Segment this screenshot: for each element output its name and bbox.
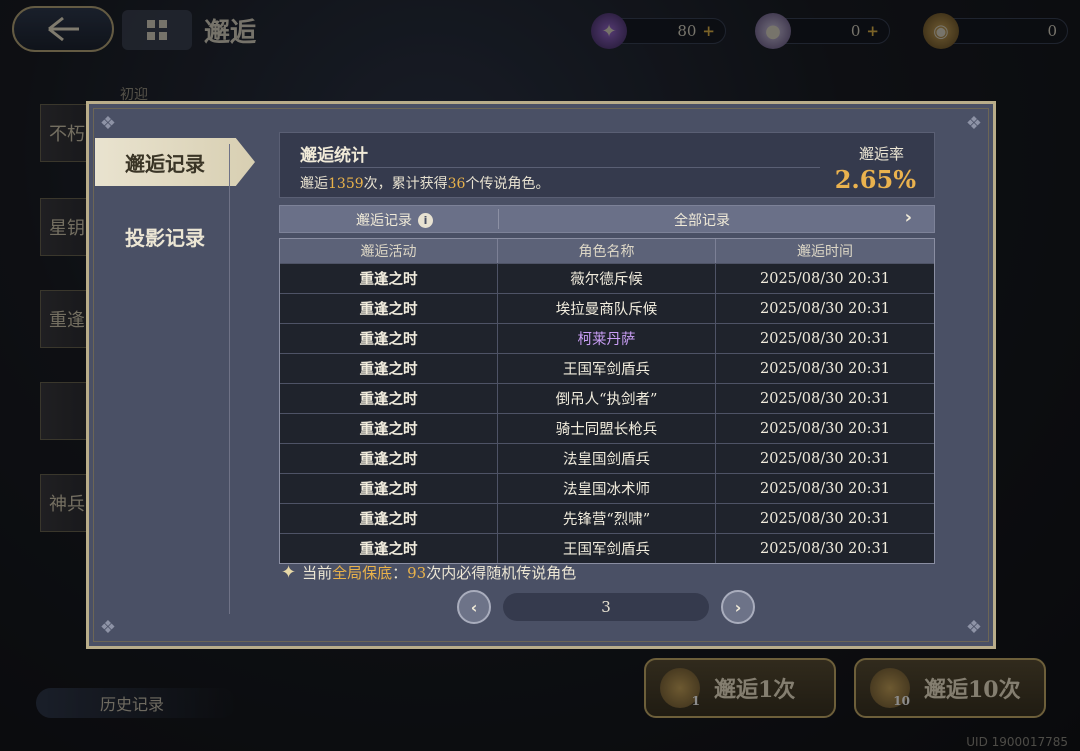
column-header: 角色名称 bbox=[498, 239, 716, 263]
pity-highlight: 全局保底 bbox=[332, 564, 393, 582]
activity-cell: 重逢之时 bbox=[280, 264, 498, 293]
activity-cell: 重逢之时 bbox=[280, 294, 498, 323]
tab-projection-records[interactable]: 投影记录 bbox=[95, 212, 255, 260]
corner-ornament-icon: ❖ bbox=[965, 616, 983, 638]
character-name-cell: 埃拉曼商队斥候 bbox=[498, 294, 716, 323]
chevron-right-icon[interactable]: › bbox=[905, 207, 912, 228]
info-icon[interactable]: i bbox=[418, 212, 433, 228]
tab-draw-records[interactable]: 邂逅记录 bbox=[95, 138, 255, 186]
filter-label: 邂逅记录 i bbox=[356, 210, 433, 230]
filter-dropdown[interactable]: 全部记录 bbox=[674, 210, 730, 230]
legend-count: 36 bbox=[447, 176, 466, 192]
stats-panel: 邂逅统计 邂逅1359次，累计获得36个传说角色。 邂逅率 2.65% bbox=[279, 132, 935, 198]
table-row: 重逢之时 薇尔德斥候 2025/08/30 20:31 bbox=[280, 263, 934, 293]
stats-text: 邂逅 bbox=[300, 176, 328, 192]
character-name-cell: 法皇国剑盾兵 bbox=[498, 444, 716, 473]
draw-count: 1359 bbox=[328, 176, 364, 192]
character-name-cell: 柯莱丹萨 bbox=[498, 324, 716, 353]
column-header: 邂逅活动 bbox=[280, 239, 498, 263]
draw-time-cell: 2025/08/30 20:31 bbox=[760, 390, 890, 407]
activity-cell: 重逢之时 bbox=[280, 504, 498, 533]
stats-text: 个传说角色。 bbox=[465, 176, 550, 192]
page-indicator: 3 bbox=[503, 593, 709, 621]
pity-text: ： bbox=[392, 564, 408, 582]
filter-label-text: 邂逅记录 bbox=[356, 213, 412, 229]
draw-time-cell: 2025/08/30 20:31 bbox=[760, 450, 890, 467]
character-name-cell: 薇尔德斥候 bbox=[498, 264, 716, 293]
draw-time-cell: 2025/08/30 20:31 bbox=[760, 360, 890, 377]
sidebar-divider bbox=[229, 144, 230, 614]
filter-divider bbox=[498, 209, 499, 229]
pity-count: 93 bbox=[407, 563, 427, 582]
table-row: 重逢之时 倒吊人“执剑者” 2025/08/30 20:31 bbox=[280, 383, 934, 413]
activity-cell: 重逢之时 bbox=[280, 444, 498, 473]
rate-label: 邂逅率 bbox=[858, 145, 904, 163]
activity-cell: 重逢之时 bbox=[280, 354, 498, 383]
table-row: 重逢之时 法皇国剑盾兵 2025/08/30 20:31 bbox=[280, 443, 934, 473]
prev-page-button[interactable]: ‹ bbox=[457, 590, 491, 624]
draw-time-cell: 2025/08/30 20:31 bbox=[760, 480, 890, 497]
activity-cell: 重逢之时 bbox=[280, 384, 498, 413]
table-row: 重逢之时 王国军剑盾兵 2025/08/30 20:31 bbox=[280, 533, 934, 563]
activity-cell: 重逢之时 bbox=[280, 474, 498, 503]
table-row: 重逢之时 先锋营“烈啸” 2025/08/30 20:31 bbox=[280, 503, 934, 533]
rate-value: 2.65% bbox=[834, 165, 916, 194]
stats-divider bbox=[300, 167, 820, 168]
activity-cell: 重逢之时 bbox=[280, 414, 498, 443]
pity-text: 当前 bbox=[302, 564, 333, 582]
activity-cell: 重逢之时 bbox=[280, 324, 498, 353]
activity-cell: 重逢之时 bbox=[280, 534, 498, 563]
record-filter-bar[interactable]: 邂逅记录 i 全部记录 › bbox=[279, 205, 935, 233]
draw-time-cell: 2025/08/30 20:31 bbox=[760, 300, 890, 317]
character-name-cell: 倒吊人“执剑者” bbox=[498, 384, 716, 413]
stats-title: 邂逅统计 bbox=[300, 146, 368, 166]
draw-time-cell: 2025/08/30 20:31 bbox=[760, 540, 890, 557]
character-name-cell: 王国军剑盾兵 bbox=[498, 354, 716, 383]
character-name-cell: 骑士同盟长枪兵 bbox=[498, 414, 716, 443]
corner-ornament-icon: ❖ bbox=[965, 112, 983, 134]
draw-time-cell: 2025/08/30 20:31 bbox=[760, 420, 890, 437]
modal-sidebar: 邂逅记录 投影记录 bbox=[89, 104, 255, 646]
character-name-cell: 先锋营“烈啸” bbox=[498, 504, 716, 533]
table-row: 重逢之时 骑士同盟长枪兵 2025/08/30 20:31 bbox=[280, 413, 934, 443]
table-row: 重逢之时 埃拉曼商队斥候 2025/08/30 20:31 bbox=[280, 293, 934, 323]
chevron-left-icon: ‹ bbox=[470, 597, 478, 617]
stats-text: 次，累计获得 bbox=[363, 176, 448, 192]
table-row: 重逢之时 王国军剑盾兵 2025/08/30 20:31 bbox=[280, 353, 934, 383]
table-row: 重逢之时 柯莱丹萨 2025/08/30 20:31 bbox=[280, 323, 934, 353]
table-body: 重逢之时 薇尔德斥候 2025/08/30 20:31 重逢之时 埃拉曼商队斥候 2025… bbox=[280, 263, 934, 563]
pity-text: 次内必得随机传说角色 bbox=[426, 564, 577, 582]
stats-description: 邂逅1359次，累计获得36个传说角色。 bbox=[300, 173, 549, 193]
character-name-cell: 王国军剑盾兵 bbox=[498, 534, 716, 563]
pity-counter: ✦ 当前 全局保底： 93 次内必得随机传说角色 bbox=[281, 562, 576, 583]
draw-records-table: 邂逅活动 角色名称 邂逅时间 重逢之时 薇尔德斥候 2025/08/30 20:31… bbox=[279, 238, 935, 564]
next-page-button[interactable]: › bbox=[721, 590, 755, 624]
draw-time-cell: 2025/08/30 20:31 bbox=[760, 510, 890, 527]
draw-time-cell: 2025/08/30 20:31 bbox=[760, 270, 890, 287]
table-header: 邂逅活动 角色名称 邂逅时间 bbox=[280, 239, 934, 263]
draw-time-cell: 2025/08/30 20:31 bbox=[760, 330, 890, 347]
sparkle-icon: ✦ bbox=[281, 562, 297, 583]
chevron-right-icon: › bbox=[734, 597, 742, 617]
character-name-cell: 法皇国冰术师 bbox=[498, 474, 716, 503]
draw-history-modal: ❖ ❖ ❖ ❖ 邂逅记录 投影记录 邂逅统计 邂逅1359次，累计获得36个传说… bbox=[86, 101, 996, 649]
table-row: 重逢之时 法皇国冰术师 2025/08/30 20:31 bbox=[280, 473, 934, 503]
column-header: 邂逅时间 bbox=[797, 244, 853, 260]
